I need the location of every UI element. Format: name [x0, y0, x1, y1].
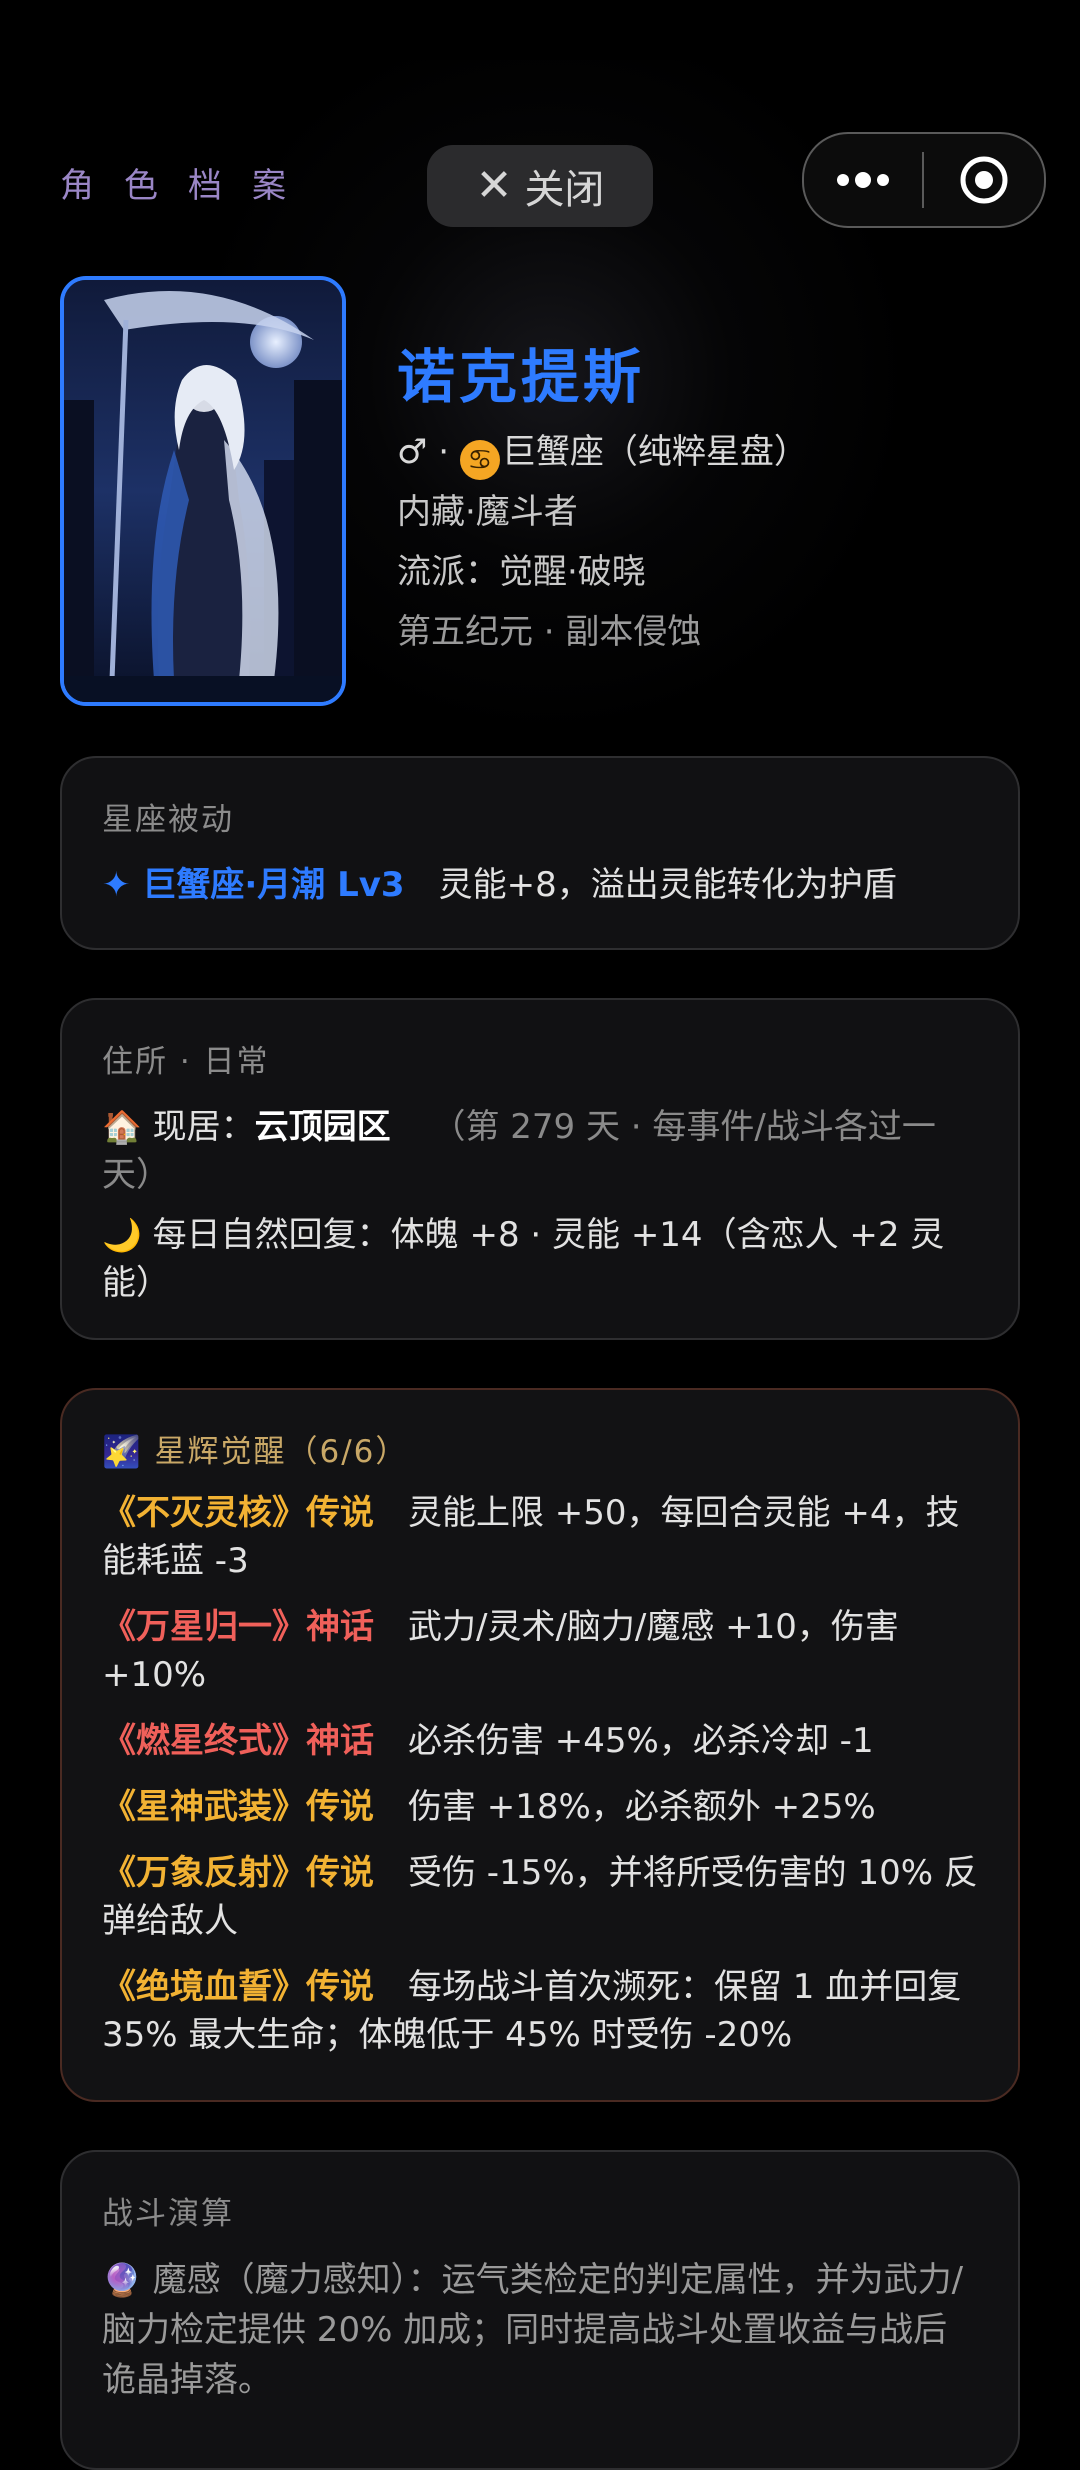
card-title: 🌠 星辉觉醒（6/6） [102, 1426, 978, 1471]
page-title: 角色档案 [60, 166, 316, 206]
house-icon: 🏠 [102, 1108, 142, 1146]
awakening-desc: 必杀伤害 +45%，必杀冷却 -1 [408, 1721, 874, 1761]
residence-row: 🏠 现居：云顶园区 （第 279 天 · 每事件/战斗各过一天） [102, 1103, 978, 1199]
home-card: 住所 · 日常 🏠 现居：云顶园区 （第 279 天 · 每事件/战斗各过一天）… [60, 998, 1020, 1340]
awakening-name: 《不灭灵核》传说 [102, 1493, 374, 1533]
regen-row: 🌙 每日自然回复：体魄 +8 · 灵能 +14（含恋人 +2 灵能） [102, 1211, 978, 1307]
race-line: 内藏·魔斗者 [397, 492, 578, 532]
moon-icon: 🌙 [102, 1216, 142, 1254]
awakening-card: 🌠 星辉觉醒（6/6） 《不灭灵核》传说 灵能上限 +50，每回合灵能 +4，技能… [60, 1388, 1020, 2102]
separator: · [438, 432, 450, 472]
regen-text: 每日自然回复：体魄 +8 · 灵能 +14（含恋人 +2 灵能） [102, 1215, 945, 1303]
awakening-name: 《燃星终式》神话 [102, 1721, 374, 1761]
residence-label: 现居： [152, 1107, 255, 1147]
passive-name: ✦ 巨蟹座·月潮 Lv3 [102, 865, 405, 905]
residence-name: 云顶园区 [254, 1107, 391, 1147]
shooting-star-icon: 🌠 [102, 1434, 143, 1470]
awakening-item: 《不灭灵核》传说 灵能上限 +50，每回合灵能 +4，技能耗蓝 -3 [102, 1489, 978, 1585]
zodiac-text: 巨蟹座（纯粹星盘） [501, 432, 808, 472]
more-button[interactable] [804, 134, 922, 226]
awakening-item: 《万星归一》神话 武力/灵术/脑力/魔感 +10，伤害 +10% [102, 1603, 978, 1699]
era-line: 第五纪元 · 副本侵蚀 [397, 612, 702, 652]
miniprogram-capsule [802, 132, 1046, 228]
close-icon: ✕ [475, 160, 513, 211]
cancer-zodiac-icon: ♋ [459, 440, 500, 480]
zodiac-line: ♂ · ♋ 巨蟹座（纯粹星盘） [397, 424, 808, 480]
awakening-desc: 伤害 +18%，必杀额外 +25% [408, 1787, 876, 1827]
portrait-illustration [64, 280, 342, 702]
gender-symbol: ♂ [397, 432, 428, 472]
close-label: 关闭 [524, 167, 605, 213]
character-name: 诺克提斯 [397, 343, 646, 411]
battle-text: 魔感（魔力感知）：运气类检定的判定属性，并为武力/脑力检定提供 20% 加成；同… [102, 2260, 964, 2400]
exit-miniprogram-button[interactable] [924, 134, 1044, 226]
awakening-title: 星辉觉醒（6/6） [154, 1434, 409, 1470]
zodiac-passive-card: 星座被动 ✦ 巨蟹座·月潮 Lv3 灵能+8，溢出灵能转化为护盾 [60, 756, 1020, 950]
battle-row: 🔮 魔感（魔力感知）：运气类检定的判定属性，并为武力/脑力检定提供 20% 加成… [102, 2255, 978, 2405]
awakening-name: 《万星归一》神话 [102, 1607, 374, 1647]
crystal-ball-icon: 🔮 [102, 2261, 142, 2299]
school-line: 流派：觉醒·破晓 [397, 552, 646, 592]
awakening-name: 《绝境血誓》传说 [102, 1967, 374, 2007]
target-icon [960, 156, 1008, 204]
card-title: 住所 · 日常 [102, 1044, 270, 1080]
close-button[interactable]: ✕ 关闭 [427, 145, 653, 227]
card-title: 战斗演算 [102, 2196, 234, 2232]
card-title: 星座被动 [102, 802, 234, 838]
battle-calc-card: 战斗演算 🔮 魔感（魔力感知）：运气类检定的判定属性，并为武力/脑力检定提供 2… [60, 2150, 1020, 2470]
passive-row: ✦ 巨蟹座·月潮 Lv3 灵能+8，溢出灵能转化为护盾 [102, 861, 978, 909]
awakening-item: 《燃星终式》神话 必杀伤害 +45%，必杀冷却 -1 [102, 1717, 978, 1765]
awakening-item: 《万象反射》传说 受伤 -15%，并将所受伤害的 10% 反弹给敌人 [102, 1849, 978, 1945]
more-dots-icon [837, 172, 889, 188]
character-portrait [60, 276, 346, 706]
awakening-name: 《万象反射》传说 [102, 1853, 374, 1893]
awakening-name: 《星神武装》传说 [102, 1787, 374, 1827]
awakening-item: 《星神武装》传说 伤害 +18%，必杀额外 +25% [102, 1783, 978, 1831]
awakening-item: 《绝境血誓》传说 每场战斗首次濒死：保留 1 血并回复 35% 最大生命；体魄低于… [102, 1963, 978, 2059]
passive-desc: 灵能+8，溢出灵能转化为护盾 [438, 865, 897, 905]
